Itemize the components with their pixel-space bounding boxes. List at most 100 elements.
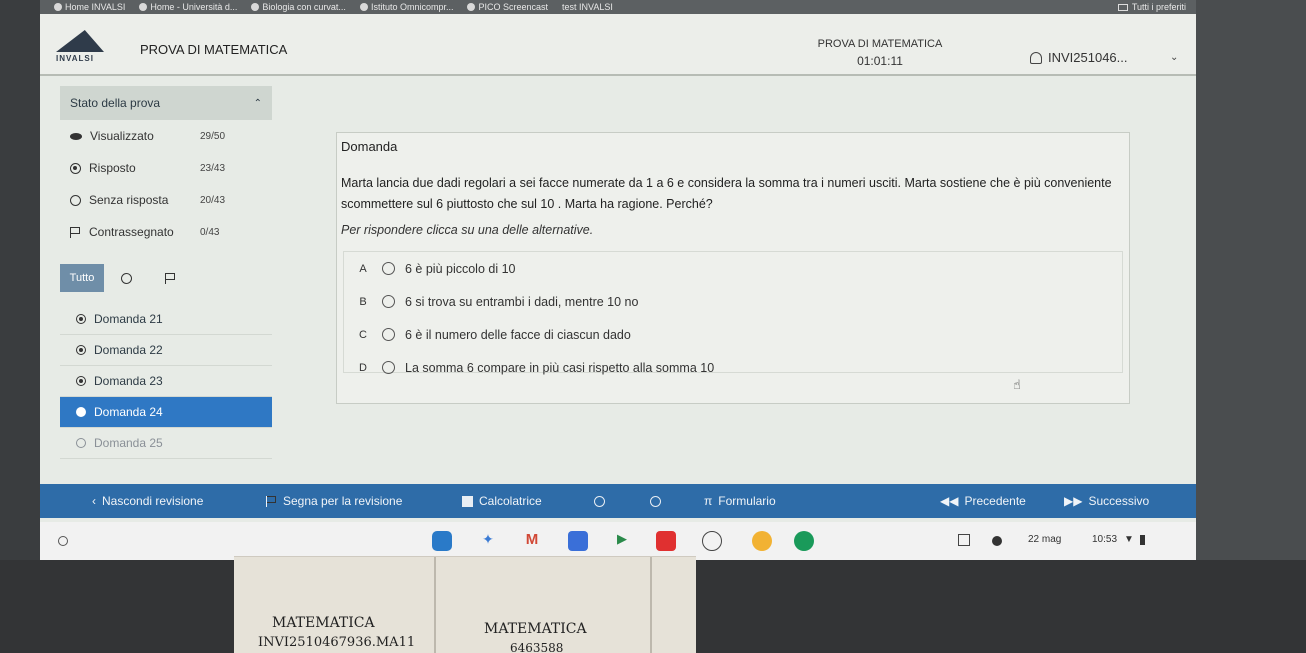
- folder-icon: [1117, 3, 1128, 11]
- forward-icon: ▶▶: [1064, 494, 1083, 508]
- logo-text: INVALSI: [56, 54, 94, 63]
- filter-flagged[interactable]: [148, 264, 192, 292]
- answer-option-a[interactable]: A 6 è più piccolo di 10: [344, 252, 1122, 285]
- question-item-23[interactable]: Domanda 23: [60, 366, 272, 397]
- previous-button[interactable]: ◀◀ Precedente: [940, 484, 1026, 518]
- paper-left-code: INVI2510467936.MA11: [258, 635, 416, 650]
- app-header: INVALSI PROVA DI MATEMATICA PROVA DI MAT…: [40, 14, 1196, 76]
- circle-icon: [594, 495, 605, 507]
- flag-icon: [164, 272, 176, 284]
- clock[interactable]: 10:53: [1092, 534, 1117, 545]
- bookmarks-bar: Home INVALSI Home - Università d... Biol…: [40, 0, 1196, 14]
- answered-icon: [76, 376, 86, 386]
- paper-right-subject: MATEMATICA: [484, 621, 587, 637]
- app-icon[interactable]: [702, 531, 722, 551]
- next-button[interactable]: ▶▶ Successivo: [1064, 484, 1149, 518]
- radio-icon[interactable]: [382, 295, 395, 308]
- filter-unanswered[interactable]: [104, 264, 148, 292]
- radio-icon[interactable]: [382, 262, 395, 275]
- question-item-21[interactable]: Domanda 21: [60, 304, 272, 335]
- status-panel-header[interactable]: Stato della prova ⌃: [60, 86, 272, 120]
- screen: Home INVALSI Home - Università d... Biol…: [40, 0, 1196, 560]
- logo-mountain-icon: [56, 30, 104, 52]
- answered-icon: [70, 162, 81, 174]
- calculator-button[interactable]: Calcolatrice: [462, 484, 542, 518]
- chevron-up-icon: ⌃: [253, 97, 262, 109]
- answer-option-c[interactable]: C 6 è il numero delle facce di ciascun d…: [344, 318, 1122, 351]
- gmail-icon[interactable]: M: [522, 531, 542, 551]
- question-item-24[interactable]: Domanda 24: [60, 397, 272, 428]
- mark-review-button[interactable]: Segna per la revisione: [266, 484, 402, 518]
- paper-divider: [434, 557, 436, 653]
- bookmark-home-invalsi[interactable]: Home INVALSI: [54, 2, 125, 12]
- bookmark-pico[interactable]: PICO Screencast: [467, 2, 548, 12]
- unanswered-icon: [120, 272, 132, 284]
- app-title: PROVA DI MATEMATICA: [140, 42, 288, 57]
- unanswered-icon: [76, 438, 86, 448]
- radio-icon[interactable]: [382, 328, 395, 341]
- question-filters: Tutto: [60, 262, 272, 294]
- timer: 01:01:11: [857, 54, 903, 68]
- bookmark-test-invalsi[interactable]: test INVALSI: [562, 2, 613, 12]
- chevron-left-icon: ‹: [92, 494, 96, 508]
- launcher-icon[interactable]: [58, 536, 68, 546]
- notification-icon[interactable]: [992, 536, 1002, 546]
- question-list: Domanda 21 Domanda 22 Domanda 23 Domanda…: [60, 304, 272, 459]
- desk-paper-labels: MATEMATICA INVI2510467936.MA11 MATEMATIC…: [234, 556, 696, 653]
- answer-option-b[interactable]: B 6 si trova su entrambi i dadi, mentre …: [344, 285, 1122, 318]
- monitor-bezel-left: [0, 0, 40, 560]
- question-item-22[interactable]: Domanda 22: [60, 335, 272, 366]
- bookmark-universita[interactable]: Home - Università d...: [139, 2, 237, 12]
- sidebar: Stato della prova ⌃ Visualizzato 29/50 R…: [60, 86, 272, 476]
- screen-capture-icon[interactable]: [958, 534, 970, 546]
- bookmark-icon: [54, 3, 62, 11]
- user-icon: [1030, 51, 1042, 64]
- hand-cursor-icon: ☝: [1013, 377, 1021, 392]
- wifi-icon[interactable]: ▼: [1124, 534, 1134, 545]
- bookmark-biologia[interactable]: Biologia con curvat...: [251, 2, 346, 12]
- circle-icon: [650, 495, 661, 507]
- files-app-icon[interactable]: [432, 531, 452, 551]
- chrome-icon[interactable]: [752, 531, 772, 551]
- question-item-25[interactable]: Domanda 25: [60, 428, 272, 459]
- date[interactable]: 22 mag: [1028, 534, 1061, 545]
- all-favorites[interactable]: Tutti i preferiti: [1117, 2, 1186, 12]
- bookmark-istituto[interactable]: Istituto Omnicompr...: [359, 2, 453, 12]
- invalsi-logo: INVALSI: [56, 30, 114, 64]
- radio-icon[interactable]: [382, 361, 395, 374]
- meet-app-icon[interactable]: [568, 531, 588, 551]
- bookmark-icon: [359, 3, 368, 11]
- test-title: PROVA DI MATEMATICA: [817, 38, 943, 50]
- paper-left-subject: MATEMATICA: [272, 615, 375, 631]
- question-card: Domanda Marta lancia due dadi regolari a…: [336, 132, 1130, 404]
- paper-divider: [650, 557, 652, 653]
- star-app-icon[interactable]: ✦: [478, 531, 498, 551]
- question-heading: Domanda: [341, 139, 398, 154]
- chevron-down-icon[interactable]: ⌄: [1170, 52, 1178, 63]
- flag-icon: [70, 226, 81, 238]
- current-icon: [76, 407, 86, 417]
- rewind-icon: ◀◀: [940, 494, 959, 508]
- stat-unanswered: Senza risposta 20/43: [60, 184, 272, 216]
- tool-button-1[interactable]: [594, 484, 605, 518]
- answer-list: A 6 è più piccolo di 10 B 6 si trova su …: [343, 251, 1123, 375]
- os-taskbar: ✦ M ▶ 22 mag 10:53 ▼: [40, 522, 1196, 560]
- answer-option-d[interactable]: D La somma 6 compare in più casi rispett…: [344, 351, 1122, 384]
- app-grid-icon[interactable]: [794, 531, 814, 551]
- hide-review-button[interactable]: ‹ Nascondi revisione: [92, 484, 203, 518]
- status-title: Stato della prova: [70, 96, 161, 110]
- question-text: Marta lancia due dadi regolari a sei fac…: [341, 176, 1112, 211]
- user-menu[interactable]: INVI251046...: [1030, 50, 1128, 65]
- youtube-icon[interactable]: [656, 531, 676, 551]
- answered-icon: [76, 314, 86, 324]
- battery-icon[interactable]: [1140, 535, 1145, 545]
- play-store-icon[interactable]: ▶: [612, 531, 632, 551]
- eye-icon: [70, 132, 82, 140]
- user-id: INVI251046...: [1048, 50, 1128, 65]
- filter-all[interactable]: Tutto: [60, 264, 104, 292]
- stat-flagged: Contrassegnato 0/43: [60, 216, 272, 248]
- monitor-bezel-right: [1196, 0, 1306, 653]
- tool-button-2[interactable]: [650, 484, 661, 518]
- bookmark-icon: [251, 3, 260, 11]
- formulas-button[interactable]: π Formulario: [704, 484, 776, 518]
